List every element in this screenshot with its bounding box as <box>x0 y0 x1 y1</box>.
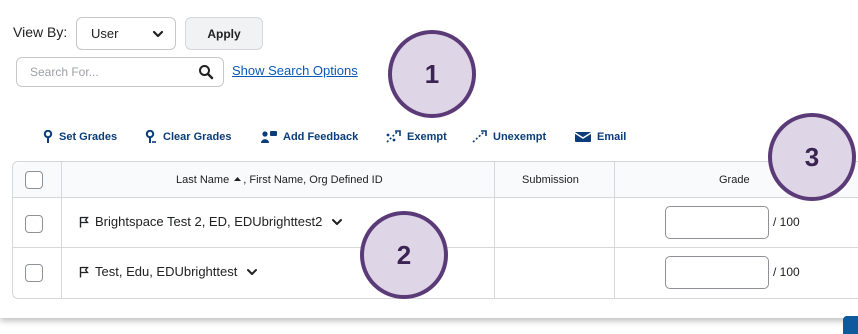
chevron-down-icon[interactable] <box>331 217 343 227</box>
grade-out-of: / 100 <box>773 265 800 279</box>
view-by-label: View By: <box>13 24 68 40</box>
view-by-selected: User <box>91 26 119 41</box>
clear-grades-button[interactable]: Clear Grades <box>145 129 231 145</box>
apply-button[interactable]: Apply <box>185 17 263 50</box>
email-icon <box>575 132 591 142</box>
column-divider <box>61 162 62 298</box>
row-checkbox[interactable] <box>25 215 43 233</box>
column-divider <box>494 162 495 298</box>
row-checkbox[interactable] <box>25 264 43 282</box>
feedback-icon <box>261 131 277 143</box>
chevron-down-icon <box>152 30 164 38</box>
email-button[interactable]: Email <box>575 129 626 145</box>
search-input[interactable]: Search For... <box>16 57 224 87</box>
pin-clear-icon <box>145 130 156 143</box>
column-divider <box>614 162 615 298</box>
callout-3: 3 <box>768 113 856 201</box>
callout-1: 1 <box>388 30 476 118</box>
unexempt-button[interactable]: Unexempt <box>471 129 546 145</box>
table-header-row: Last Name , First Name, Org Defined ID S… <box>13 162 858 198</box>
search-placeholder: Search For... <box>30 65 99 79</box>
grades-panel: View By: User Apply Search For... Show S… <box>0 0 858 318</box>
grade-input[interactable] <box>665 256 769 289</box>
user-name-cell: Brightspace Test 2, ED, EDUbrighttest2 <box>79 214 343 229</box>
flag-icon[interactable] <box>79 216 89 228</box>
add-feedback-label: Add Feedback <box>283 131 359 143</box>
show-search-options-link[interactable]: Show Search Options <box>232 63 358 78</box>
sort-ascending-icon <box>234 177 242 181</box>
add-feedback-button[interactable]: Add Feedback <box>261 129 358 145</box>
grade-out-of: / 100 <box>773 215 800 229</box>
unexempt-icon <box>472 130 487 143</box>
name-column-rest: , First Name, Org Defined ID <box>243 174 383 186</box>
submission-column-header: Submission <box>522 174 579 186</box>
grade-input[interactable] <box>665 206 769 239</box>
user-name[interactable]: Brightspace Test 2, ED, EDUbrighttest2 <box>95 214 322 229</box>
grade-column-header: Grade <box>719 174 750 186</box>
last-name-sort-label: Last Name <box>176 174 230 186</box>
callout-2: 2 <box>360 211 448 299</box>
set-grades-button[interactable]: Set Grades <box>43 129 117 145</box>
user-name-cell: Test, Edu, EDUbrighttest <box>79 264 258 279</box>
search-icon[interactable] <box>198 64 214 80</box>
unexempt-label: Unexempt <box>493 131 547 143</box>
clear-grades-label: Clear Grades <box>163 131 232 143</box>
exempt-icon <box>386 130 401 143</box>
user-name[interactable]: Test, Edu, EDUbrighttest <box>95 264 237 279</box>
exempt-label: Exempt <box>407 131 447 143</box>
floating-action-button[interactable] <box>843 316 858 334</box>
chevron-down-icon[interactable] <box>246 267 258 277</box>
exempt-button[interactable]: Exempt <box>385 129 447 145</box>
email-label: Email <box>597 131 627 143</box>
set-grades-label: Set Grades <box>59 131 118 143</box>
select-all-checkbox[interactable] <box>25 171 43 189</box>
flag-icon[interactable] <box>79 266 89 278</box>
view-by-select[interactable]: User <box>76 17 176 50</box>
name-column-header[interactable]: Last Name , First Name, Org Defined ID <box>176 174 383 186</box>
pin-icon <box>43 130 53 143</box>
